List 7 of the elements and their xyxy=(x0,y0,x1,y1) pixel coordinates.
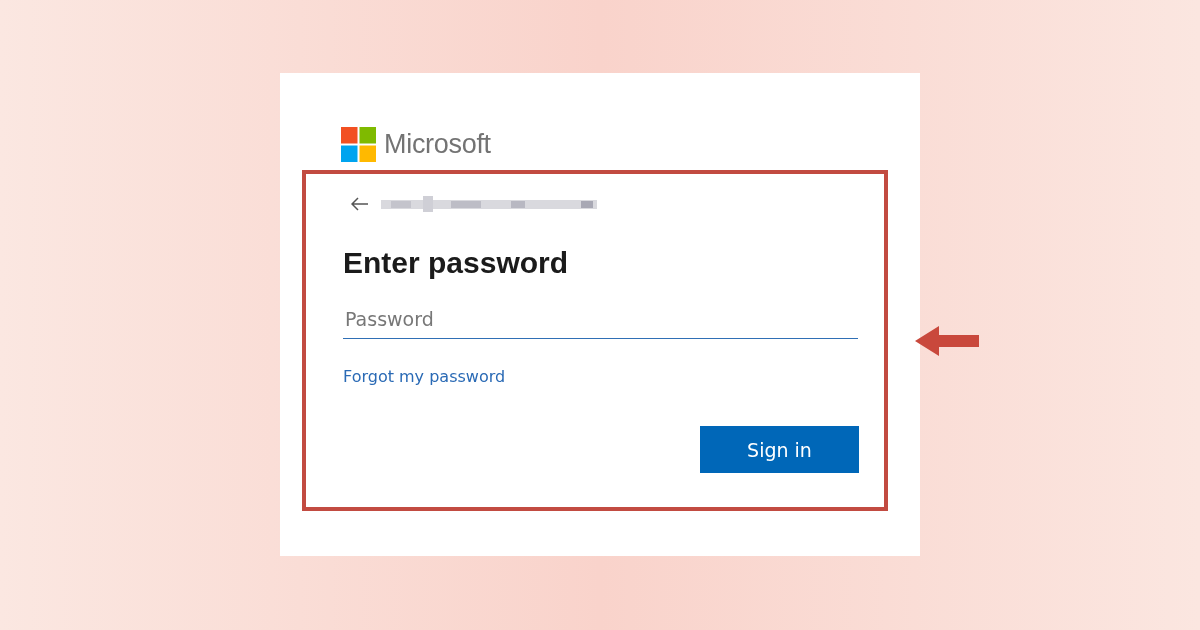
windows-logo-icon xyxy=(341,126,376,162)
back-arrow-icon[interactable] xyxy=(351,197,369,211)
brand-name: Microsoft xyxy=(384,128,491,160)
forgot-password-link[interactable]: Forgot my password xyxy=(343,367,506,386)
page-heading: Enter password xyxy=(343,246,570,280)
sign-in-button[interactable]: Sign in xyxy=(700,426,859,473)
pointer-arrow xyxy=(915,326,979,356)
